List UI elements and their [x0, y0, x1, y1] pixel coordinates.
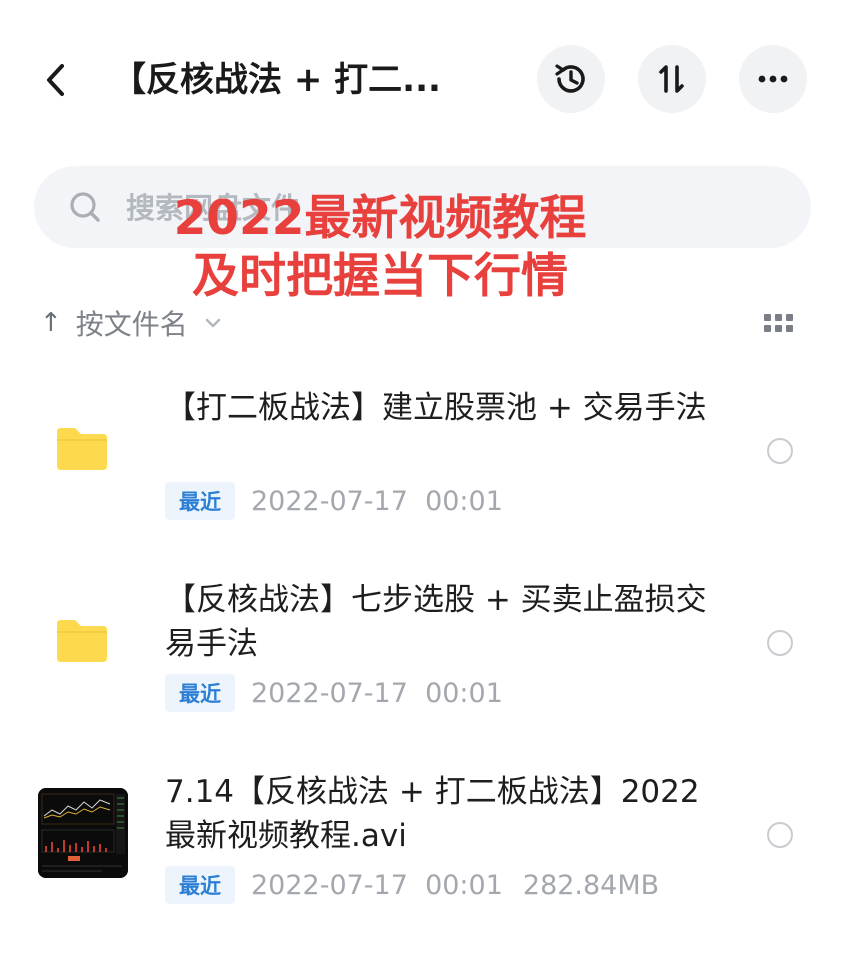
file-meta: 最近 2022-07-17 00:01 282.84MB: [165, 866, 659, 904]
file-meta: 最近 2022-07-17 00:01: [165, 482, 503, 520]
folder-icon: [57, 620, 107, 662]
chevron-left-icon: [47, 64, 64, 96]
more-icon: [758, 75, 788, 83]
list-item[interactable]: 7.14【反核战法 + 打二板战法】2022最新视频教程.avi 最近 2022…: [0, 770, 845, 950]
recent-badge: 最近: [165, 482, 235, 520]
more-button[interactable]: [739, 45, 807, 113]
list-item[interactable]: 【打二板战法】建立股票池 + 交易手法 最近 2022-07-17 00:01: [0, 386, 845, 566]
file-date: 2022-07-17 00:01: [251, 485, 503, 517]
page-title: 【反核战法 + 打二...: [112, 60, 441, 100]
select-radio[interactable]: [767, 630, 793, 656]
file-name: 【打二板战法】建立股票池 + 交易手法: [165, 390, 707, 426]
file-size: 282.84MB: [522, 869, 660, 901]
folder-icon: [57, 428, 107, 470]
chevron-down-icon: [205, 318, 221, 328]
back-button[interactable]: [38, 58, 74, 102]
search-input[interactable]: [124, 186, 628, 230]
top-bar: 【反核战法 + 打二...: [0, 40, 845, 120]
sort-direction-arrow: ↑: [40, 308, 62, 338]
video-thumbnail: [38, 788, 128, 878]
promo-line-2: 及时把握当下行情: [192, 249, 568, 304]
sort-button[interactable]: [638, 45, 706, 113]
grid-icon: [764, 314, 793, 332]
history-icon: [555, 64, 585, 93]
file-name: 【反核战法】七步选股 + 买卖止盈损交易手法: [165, 582, 707, 662]
file-meta: 最近 2022-07-17 00:01: [165, 674, 503, 712]
recent-badge: 最近: [165, 866, 235, 904]
sort-label: 按文件名: [75, 308, 188, 341]
recent-badge: 最近: [165, 674, 235, 712]
history-button[interactable]: [537, 45, 605, 113]
file-date: 2022-07-17 00:01: [251, 869, 503, 901]
select-radio[interactable]: [767, 438, 793, 464]
list-item[interactable]: 【反核战法】七步选股 + 买卖止盈损交易手法 最近 2022-07-17 00:…: [0, 578, 845, 758]
select-radio[interactable]: [767, 822, 793, 848]
sort-by-name-dropdown[interactable]: ↑ 按文件名: [40, 300, 222, 346]
stock-chart-thumbnail-icon: [38, 788, 128, 878]
grid-view-toggle[interactable]: [763, 313, 795, 337]
file-date: 2022-07-17 00:01: [251, 677, 503, 709]
file-name: 7.14【反核战法 + 打二板战法】2022最新视频教程.avi: [165, 774, 700, 854]
search-icon: [70, 192, 100, 222]
search-bar[interactable]: [34, 166, 811, 248]
sort-icon: [659, 65, 684, 93]
